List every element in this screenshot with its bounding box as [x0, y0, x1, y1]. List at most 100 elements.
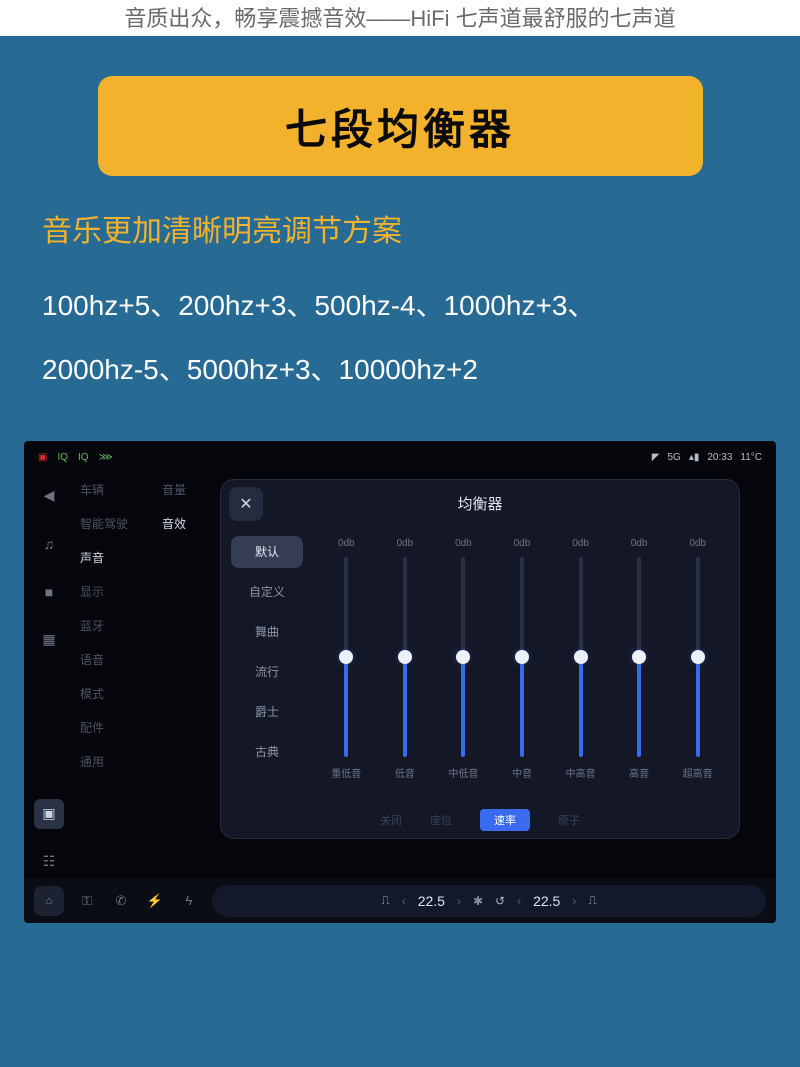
- nav-car-icon[interactable]: ▣: [34, 799, 64, 829]
- settings-menu-secondary: 音量 音效: [162, 481, 212, 532]
- subtitle: 音乐更加清晰明亮调节方案: [42, 206, 758, 250]
- status-bar: ▣ IQ IQ ⋙ ◤ 5G ▴▮ 20:33 11°C: [24, 449, 776, 467]
- menu1-item-accessory[interactable]: 配件: [80, 719, 152, 736]
- band-db-4: 0db: [514, 538, 531, 549]
- nav-arrow-icon[interactable]: ◀: [34, 481, 64, 511]
- power-icon[interactable]: ⚡: [144, 893, 166, 909]
- lock-icon[interactable]: ⚿: [76, 893, 98, 909]
- foot-tab-3[interactable]: 速率: [480, 809, 530, 831]
- home-icon: ⌂: [46, 895, 53, 907]
- seat-left-icon: ⎍: [381, 893, 389, 908]
- menu1-item-sound[interactable]: 声音: [80, 549, 152, 566]
- nav-apps-icon[interactable]: ▦: [34, 625, 64, 655]
- menu2-item-volume[interactable]: 音量: [162, 481, 212, 498]
- location-icon: ◤: [652, 452, 660, 463]
- temp-right-down-icon[interactable]: ‹: [517, 894, 521, 908]
- band-name-6: 高音: [629, 765, 649, 780]
- band-name-3: 中低音: [448, 765, 478, 780]
- temp-left-up-icon[interactable]: ›: [457, 894, 461, 908]
- preset-dance[interactable]: 舞曲: [231, 616, 303, 648]
- status-iq-1: IQ: [57, 452, 68, 463]
- network-label: 5G: [667, 452, 680, 463]
- eq-band-7: 0db 超高音: [673, 538, 723, 788]
- eq-slider-6[interactable]: [637, 557, 641, 757]
- eq-slider-7[interactable]: [696, 557, 700, 757]
- band-db-7: 0db: [689, 538, 706, 549]
- temp-left-value: 22.5: [418, 893, 445, 909]
- temp-right-up-icon[interactable]: ›: [572, 894, 576, 908]
- eq-band-6: 0db 高音: [614, 538, 664, 788]
- eq-band-1: 0db 重低音: [321, 538, 371, 788]
- menu2-item-effect[interactable]: 音效: [162, 515, 212, 532]
- modal-footer-tabs: 关闭 座位 速率 原子: [221, 802, 739, 838]
- band-db-6: 0db: [631, 538, 648, 549]
- eq-slider-5[interactable]: [579, 557, 583, 757]
- band-db-5: 0db: [572, 538, 589, 549]
- eq-band-3: 0db 中低音: [438, 538, 488, 788]
- menu1-item-bluetooth[interactable]: 蓝牙: [80, 617, 152, 634]
- band-db-3: 0db: [455, 538, 472, 549]
- menu1-item-display[interactable]: 显示: [80, 583, 152, 600]
- recirc-icon[interactable]: ↺: [495, 894, 505, 908]
- foot-tab-2[interactable]: 座位: [430, 812, 452, 828]
- left-nav-bar: ◀ ♫ ■ ▦ ▣ ☷: [28, 475, 70, 877]
- page-top-caption: 音质出众，畅享震撼音效——HiFi 七声道最舒服的七声道: [0, 0, 800, 36]
- home-button[interactable]: ⌂: [34, 886, 64, 916]
- band-db-1: 0db: [338, 538, 355, 549]
- close-icon: ✕: [239, 494, 252, 514]
- camera-icon: ▣: [38, 452, 47, 463]
- band-db-2: 0db: [397, 538, 414, 549]
- eq-line-2: 2000hz-5、5000hz+3、10000hz+2: [42, 338, 758, 402]
- eq-settings-text: 100hz+5、200hz+3、500hz-4、1000hz+3、 2000hz…: [42, 274, 758, 403]
- menu1-item-voice[interactable]: 语音: [80, 651, 152, 668]
- modal-title: 均衡器: [221, 493, 739, 514]
- nav-music-icon[interactable]: ♫: [34, 529, 64, 559]
- status-sound-icon: ⋙: [99, 452, 113, 463]
- bottom-bar: ⌂ ⚿ ✆ ⚡ ϟ ⎍ ‹ 22.5 › ✱ ↺ ‹ 22.5 › ⎍: [24, 879, 776, 923]
- equalizer-sliders: 0db 重低音 0db 低音 0db 中低音 0db 中音: [313, 528, 739, 802]
- band-name-7: 超高音: [683, 765, 713, 780]
- eq-slider-2[interactable]: [403, 557, 407, 757]
- foot-tab-4[interactable]: 原子: [558, 812, 580, 828]
- nav-servers-icon[interactable]: ☷: [34, 847, 64, 877]
- preset-classic[interactable]: 古典: [231, 736, 303, 768]
- bolt-icon[interactable]: ϟ: [178, 893, 200, 908]
- preset-jazz[interactable]: 爵士: [231, 696, 303, 728]
- close-button[interactable]: ✕: [229, 487, 263, 521]
- band-name-4: 中音: [512, 765, 532, 780]
- phone-icon[interactable]: ✆: [110, 893, 132, 909]
- banner-title: 七段均衡器: [98, 76, 703, 176]
- preset-default[interactable]: 默认: [231, 536, 303, 568]
- eq-slider-4[interactable]: [520, 557, 524, 757]
- menu1-item-mode[interactable]: 模式: [80, 685, 152, 702]
- temp-right-value: 22.5: [533, 893, 560, 909]
- nav-video-icon[interactable]: ■: [34, 577, 64, 607]
- temp-left-down-icon[interactable]: ‹: [402, 894, 406, 908]
- eq-band-2: 0db 低音: [380, 538, 430, 788]
- fan-icon[interactable]: ✱: [473, 894, 483, 908]
- menu1-item-vehicle[interactable]: 车辆: [80, 481, 152, 498]
- band-name-1: 重低音: [331, 765, 361, 780]
- foot-tab-1[interactable]: 关闭: [380, 812, 402, 828]
- signal-icon: ▴▮: [689, 452, 700, 463]
- band-name-5: 中高音: [566, 765, 596, 780]
- settings-menu-primary: 车辆 智能驾驶 声音 显示 蓝牙 语音 模式 配件 通用: [80, 481, 152, 770]
- menu1-item-driving[interactable]: 智能驾驶: [80, 515, 152, 532]
- seat-right-icon: ⎍: [588, 893, 596, 908]
- band-name-2: 低音: [395, 765, 415, 780]
- preset-pop[interactable]: 流行: [231, 656, 303, 688]
- eq-band-4: 0db 中音: [497, 538, 547, 788]
- eq-band-5: 0db 中高音: [556, 538, 606, 788]
- device-screenshot: ▣ IQ IQ ⋙ ◤ 5G ▴▮ 20:33 11°C ◀ ♫ ■ ▦ ▣ ☷…: [24, 441, 776, 923]
- equalizer-modal: ✕ 均衡器 默认 自定义 舞曲 流行 爵士 古典 0db 重低音 0db: [220, 479, 740, 839]
- status-iq-2: IQ: [78, 452, 89, 463]
- menu1-item-general[interactable]: 通用: [80, 753, 152, 770]
- status-temp: 11°C: [740, 452, 762, 463]
- eq-slider-3[interactable]: [461, 557, 465, 757]
- climate-control[interactable]: ⎍ ‹ 22.5 › ✱ ↺ ‹ 22.5 › ⎍: [212, 885, 766, 917]
- eq-line-1: 100hz+5、200hz+3、500hz-4、1000hz+3、: [42, 274, 758, 338]
- eq-slider-1[interactable]: [344, 557, 348, 757]
- preset-list: 默认 自定义 舞曲 流行 爵士 古典: [221, 528, 313, 802]
- preset-custom[interactable]: 自定义: [231, 576, 303, 608]
- status-time: 20:33: [707, 452, 732, 463]
